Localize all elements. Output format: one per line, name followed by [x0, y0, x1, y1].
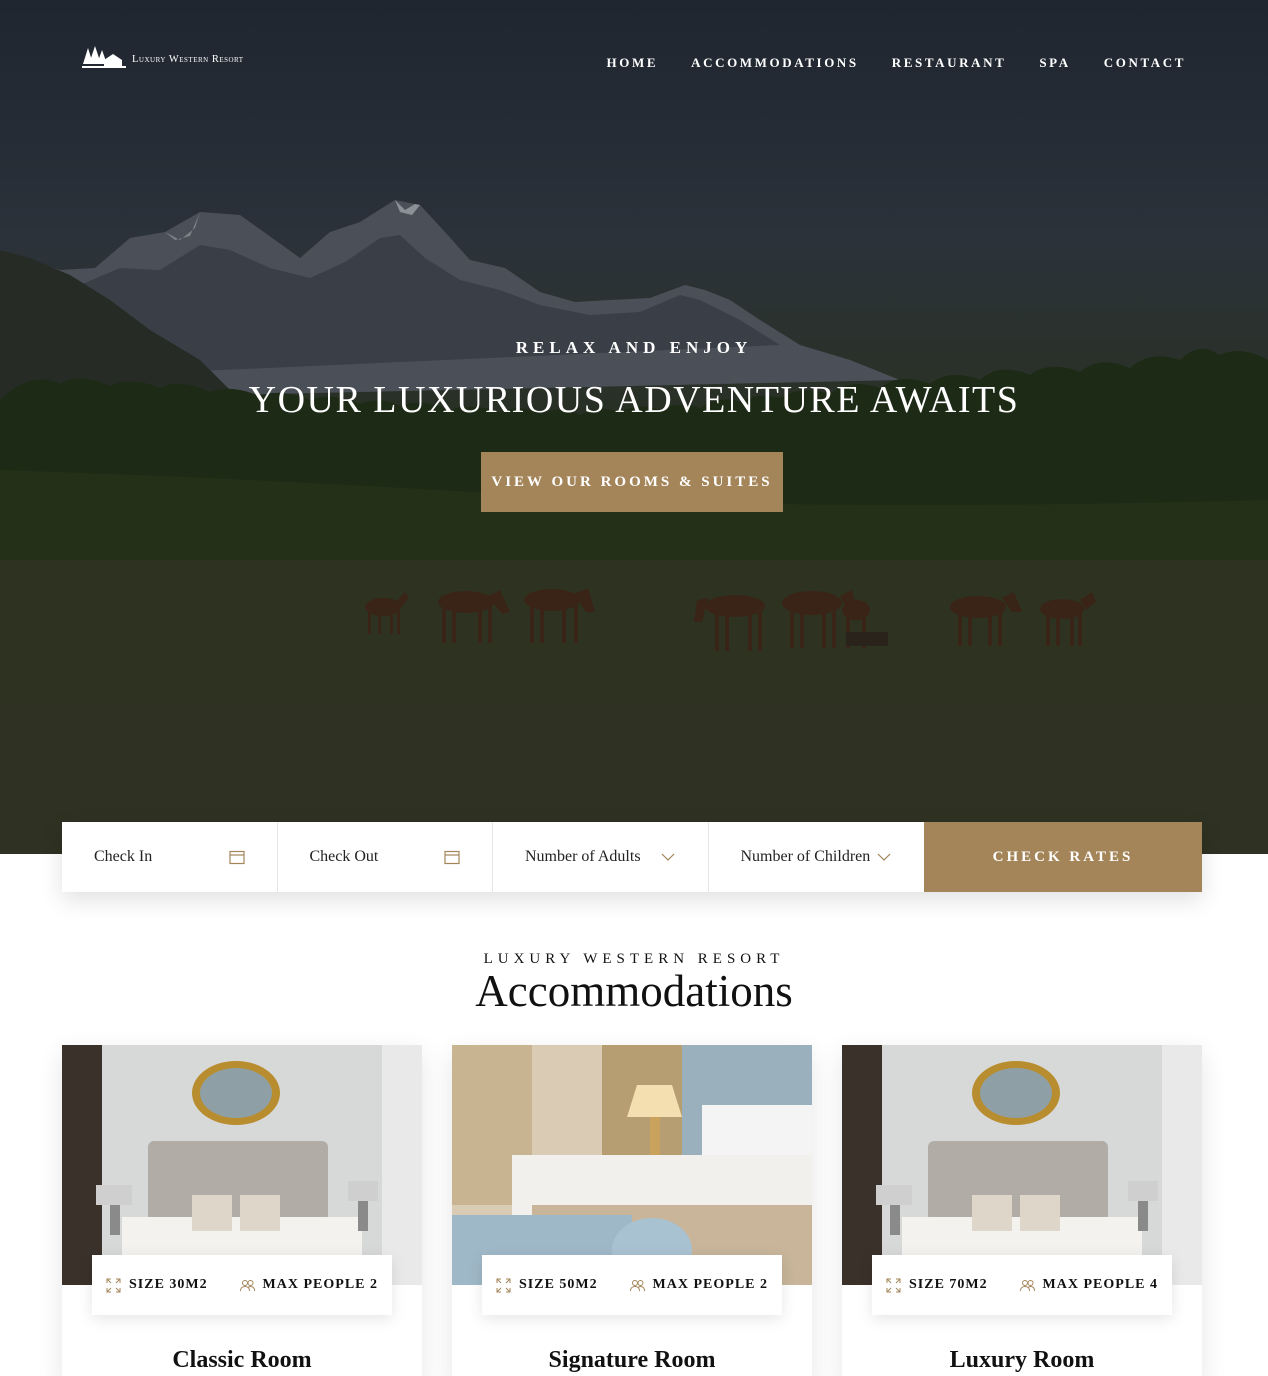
- children-label: Number of Children: [740, 848, 871, 865]
- people-icon: [1019, 1279, 1035, 1291]
- room-max-people: MAX PEOPLE 2: [262, 1277, 378, 1292]
- nav-item-restaurant[interactable]: RESTAURANT: [892, 55, 1007, 71]
- nav-item-home[interactable]: HOME: [607, 55, 659, 71]
- check-out-label: Check Out: [309, 848, 379, 865]
- check-out-field[interactable]: Check Out: [278, 822, 493, 892]
- people-icon: [629, 1279, 645, 1291]
- calendar-icon: [228, 850, 245, 865]
- room-meta: SIZE 30M2 MAX PEOPLE 2: [92, 1255, 392, 1315]
- hero-background-image: [0, 200, 1268, 854]
- room-title[interactable]: Signature Room: [452, 1347, 812, 1374]
- chevron-down-icon: [877, 853, 891, 861]
- main-nav: HOME ACCOMMODATIONS RESTAURANT SPA CONTA…: [607, 55, 1186, 71]
- room-image[interactable]: [62, 1045, 422, 1285]
- room-size: SIZE 50M2: [519, 1277, 598, 1292]
- booking-form: Check In Check Out Number of Adults Numb…: [62, 822, 1202, 892]
- room-card-classic[interactable]: SIZE 30M2 MAX PEOPLE 2 Classic Room: [62, 1045, 422, 1376]
- room-title[interactable]: Classic Room: [62, 1347, 422, 1374]
- site-logo[interactable]: Luxury Western Resort: [82, 44, 244, 74]
- check-in-label: Check In: [94, 848, 153, 865]
- room-meta: SIZE 70M2 MAX PEOPLE 4: [872, 1255, 1172, 1315]
- room-max-people: MAX PEOPLE 4: [1042, 1277, 1158, 1292]
- view-rooms-button[interactable]: VIEW OUR ROOMS & SUITES: [481, 452, 783, 512]
- section-title: Accommodations: [475, 966, 793, 1016]
- nav-item-accommodations[interactable]: ACCOMMODATIONS: [691, 55, 859, 71]
- room-title[interactable]: Luxury Room: [842, 1347, 1202, 1374]
- room-photo-luxury: [842, 1045, 1202, 1285]
- expand-icon: [496, 1278, 511, 1292]
- chevron-down-icon: [661, 853, 674, 861]
- room-photo-classic: [62, 1045, 422, 1285]
- expand-icon: [886, 1278, 901, 1292]
- hero-title: YOUR LUXURIOUS ADVENTURE AWAITS: [248, 379, 1020, 421]
- nav-item-spa[interactable]: SPA: [1039, 55, 1070, 71]
- room-size: SIZE 70M2: [909, 1277, 988, 1292]
- people-icon: [239, 1279, 255, 1291]
- room-photo-signature: [452, 1045, 812, 1285]
- calendar-icon: [444, 850, 460, 865]
- logo-trees-icon: [82, 46, 126, 68]
- logo-text: Luxury Western Resort: [132, 53, 244, 65]
- check-rates-button[interactable]: CHECK RATES: [924, 822, 1202, 892]
- hero-section: Luxury Western Resort HOME ACCOMMODATION…: [0, 0, 1268, 854]
- children-select[interactable]: Number of Children: [709, 822, 925, 892]
- room-image[interactable]: [452, 1045, 812, 1285]
- expand-icon: [106, 1278, 121, 1292]
- hero-subtitle: RELAX AND ENJOY: [515, 338, 753, 357]
- adults-label: Number of Adults: [525, 848, 641, 865]
- check-in-field[interactable]: Check In: [62, 822, 278, 892]
- room-meta: SIZE 50M2 MAX PEOPLE 2: [482, 1255, 782, 1315]
- room-card-luxury[interactable]: SIZE 70M2 MAX PEOPLE 4 Luxury Room: [842, 1045, 1202, 1376]
- room-card-signature[interactable]: SIZE 50M2 MAX PEOPLE 2 Signature Room: [452, 1045, 812, 1376]
- room-size: SIZE 30M2: [129, 1277, 208, 1292]
- nav-item-contact[interactable]: CONTACT: [1104, 55, 1186, 71]
- room-image[interactable]: [842, 1045, 1202, 1285]
- adults-select[interactable]: Number of Adults: [493, 822, 709, 892]
- room-max-people: MAX PEOPLE 2: [652, 1277, 768, 1292]
